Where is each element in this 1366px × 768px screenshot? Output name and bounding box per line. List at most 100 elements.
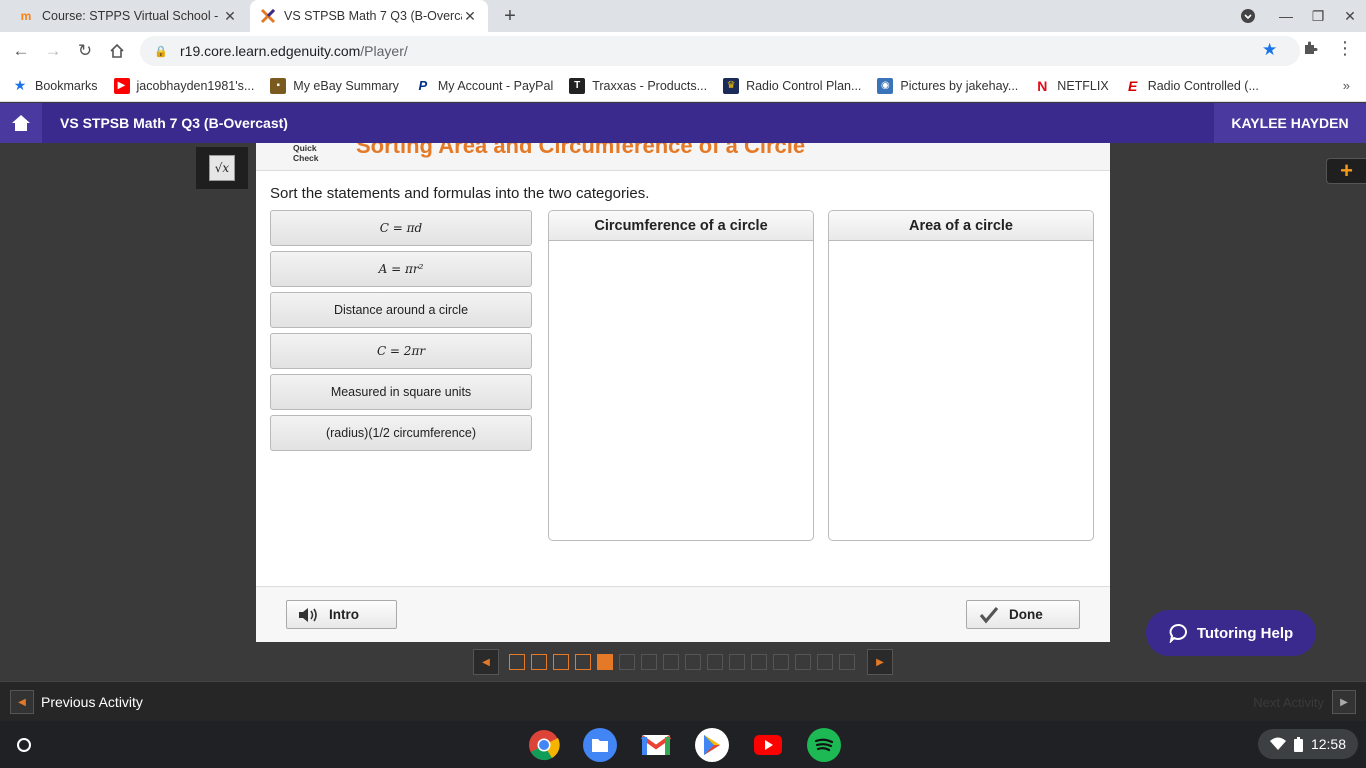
bookmark-item[interactable]: E Radio Controlled (... xyxy=(1125,78,1259,94)
arrow-right-icon: ▶ xyxy=(1332,690,1356,714)
bookmark-item[interactable]: P My Account - PayPal xyxy=(415,78,554,94)
status-tray[interactable]: 12:58 xyxy=(1258,729,1358,759)
reload-icon[interactable]: ↻ xyxy=(72,38,98,64)
pager-step[interactable] xyxy=(729,654,745,670)
youtube-app-icon[interactable] xyxy=(751,728,785,762)
bookmarks-bar: ★ Bookmarks ▶ jacobhayden1981's... ▪ My eBa… xyxy=(0,70,1366,102)
activity-footer: Intro Done xyxy=(256,586,1110,642)
close-tab-icon[interactable]: ✕ xyxy=(462,8,478,25)
bookmark-item[interactable]: ♛ Radio Control Plan... xyxy=(723,77,861,94)
chrome-icon[interactable] xyxy=(527,728,561,762)
extensions-icon[interactable] xyxy=(1302,40,1318,61)
tile-distance-around[interactable]: Distance around a circle xyxy=(270,292,532,328)
spotify-icon[interactable] xyxy=(807,728,841,762)
home-button[interactable] xyxy=(0,103,42,143)
bookmark-item[interactable]: ◉ Pictures by jakehay... xyxy=(877,77,1018,94)
menu-icon[interactable]: ⋮ xyxy=(1336,38,1354,59)
e-icon: E xyxy=(1128,77,1138,94)
bookmark-item[interactable]: ▶ jacobhayden1981's... xyxy=(113,77,254,94)
pager-step[interactable] xyxy=(817,654,833,670)
pager-step[interactable] xyxy=(839,654,855,670)
drop-zone-area[interactable]: Area of a circle xyxy=(828,210,1094,541)
minimize-icon[interactable]: — xyxy=(1271,0,1301,32)
done-button[interactable]: Done xyxy=(966,600,1080,629)
pager-step[interactable] xyxy=(751,654,767,670)
tab-title: Course: STPPS Virtual School - C xyxy=(42,9,222,23)
clock: 12:58 xyxy=(1310,736,1346,752)
tile-square-units[interactable]: Measured in square units xyxy=(270,374,532,410)
browser-toolbar: ← → ↻ 🔒 r19.core.learn.edgenuity.com/Pla… xyxy=(0,32,1366,70)
tab-search-icon[interactable] xyxy=(1233,0,1263,32)
close-window-icon[interactable]: ✕ xyxy=(1335,0,1365,32)
intro-button[interactable]: Intro xyxy=(286,600,397,629)
launcher-button[interactable] xyxy=(10,731,38,759)
pager-step[interactable] xyxy=(707,654,723,670)
drop-zone-circumference[interactable]: Circumference of a circle xyxy=(548,210,814,541)
category-header: Circumference of a circle xyxy=(549,211,813,241)
home-icon[interactable] xyxy=(104,38,130,64)
bookmark-star-icon[interactable]: ★ xyxy=(1262,40,1277,60)
expand-tools-button[interactable]: + xyxy=(1326,158,1366,184)
pager-step[interactable] xyxy=(553,654,569,670)
tile-circumference-formula-radius[interactable]: C = 2πr xyxy=(270,333,532,369)
wifi-icon xyxy=(1269,737,1286,751)
pager-prev-button[interactable]: ◀ xyxy=(473,649,499,675)
bookmark-item[interactable]: ▪ My eBay Summary xyxy=(270,77,399,94)
pager-step[interactable] xyxy=(685,654,701,670)
crown-icon: ♛ xyxy=(723,77,740,94)
speaker-icon xyxy=(297,606,319,624)
pager-step[interactable] xyxy=(795,654,811,670)
pager-next-button[interactable]: ▶ xyxy=(867,649,893,675)
activity-header: Quick Check Sorting Area and Circumferen… xyxy=(256,143,1110,171)
shop-icon: ▪ xyxy=(270,77,287,94)
back-icon[interactable]: ← xyxy=(8,38,34,64)
gmail-icon[interactable] xyxy=(639,728,673,762)
app-header: VS STPSB Math 7 Q3 (B-Overcast) KAYLEE H… xyxy=(0,103,1366,143)
pager-step[interactable] xyxy=(531,654,547,670)
user-name[interactable]: KAYLEE HAYDEN xyxy=(1214,103,1366,143)
star-icon: ★ xyxy=(13,77,27,93)
address-bar[interactable]: 🔒 r19.core.learn.edgenuity.com/Player/ xyxy=(140,36,1300,66)
previous-activity-button[interactable]: ◀ Previous Activity xyxy=(10,690,143,714)
tile-area-formula[interactable]: A = πr² xyxy=(270,251,532,287)
pager-step[interactable] xyxy=(575,654,591,670)
forward-icon[interactable]: → xyxy=(40,38,66,64)
files-icon[interactable] xyxy=(583,728,617,762)
category-header: Area of a circle xyxy=(829,211,1093,241)
tab-title: VS STPSB Math 7 Q3 (B-Overcas xyxy=(284,9,462,23)
pager-step[interactable] xyxy=(509,654,525,670)
restore-icon[interactable]: ❐ xyxy=(1303,0,1333,32)
math-tool-button[interactable]: √x xyxy=(196,147,248,189)
photo-icon: ◉ xyxy=(877,77,894,94)
next-activity-button[interactable]: Next Activity ▶ xyxy=(1253,690,1356,714)
bottom-navigation: ◀ Previous Activity Next Activity ▶ xyxy=(0,681,1366,721)
square-root-icon: √x xyxy=(209,155,235,181)
chat-bubble-icon xyxy=(1169,623,1189,643)
url-path: /Player/ xyxy=(360,43,408,59)
bookmark-item[interactable]: ★ Bookmarks xyxy=(12,77,98,94)
quick-check-label: Quick Check xyxy=(293,143,319,163)
tile-circumference-formula-diameter[interactable]: C = πd xyxy=(270,210,532,246)
lock-icon: 🔒 xyxy=(154,45,168,58)
draggable-tiles: C = πd A = πr² Distance around a circle … xyxy=(270,210,532,456)
bookmark-item[interactable]: N NETFLIX xyxy=(1034,78,1108,94)
tutoring-help-button[interactable]: Tutoring Help xyxy=(1146,610,1316,656)
checkmark-icon xyxy=(979,606,999,624)
pager-step[interactable] xyxy=(619,654,635,670)
bookmark-item[interactable]: T Traxxas - Products... xyxy=(569,77,707,94)
pager-step[interactable] xyxy=(597,654,613,670)
launcher-icon xyxy=(17,738,31,752)
close-tab-icon[interactable]: ✕ xyxy=(222,8,238,25)
edgenuity-icon xyxy=(260,8,276,24)
pager-step[interactable] xyxy=(663,654,679,670)
browser-tab-course[interactable]: m Course: STPPS Virtual School - C ✕ xyxy=(8,0,248,32)
pager-step[interactable] xyxy=(773,654,789,670)
paypal-icon: P xyxy=(418,78,428,93)
tile-radius-half-circumference[interactable]: (radius)(1/2 circumference) xyxy=(270,415,532,451)
new-tab-button[interactable]: + xyxy=(498,4,522,28)
netflix-icon: N xyxy=(1037,77,1048,94)
play-store-icon[interactable] xyxy=(695,728,729,762)
bookmarks-overflow-icon[interactable]: » xyxy=(1343,78,1350,93)
pager-step[interactable] xyxy=(641,654,657,670)
browser-tab-edgenuity[interactable]: VS STPSB Math 7 Q3 (B-Overcas ✕ xyxy=(250,0,488,32)
